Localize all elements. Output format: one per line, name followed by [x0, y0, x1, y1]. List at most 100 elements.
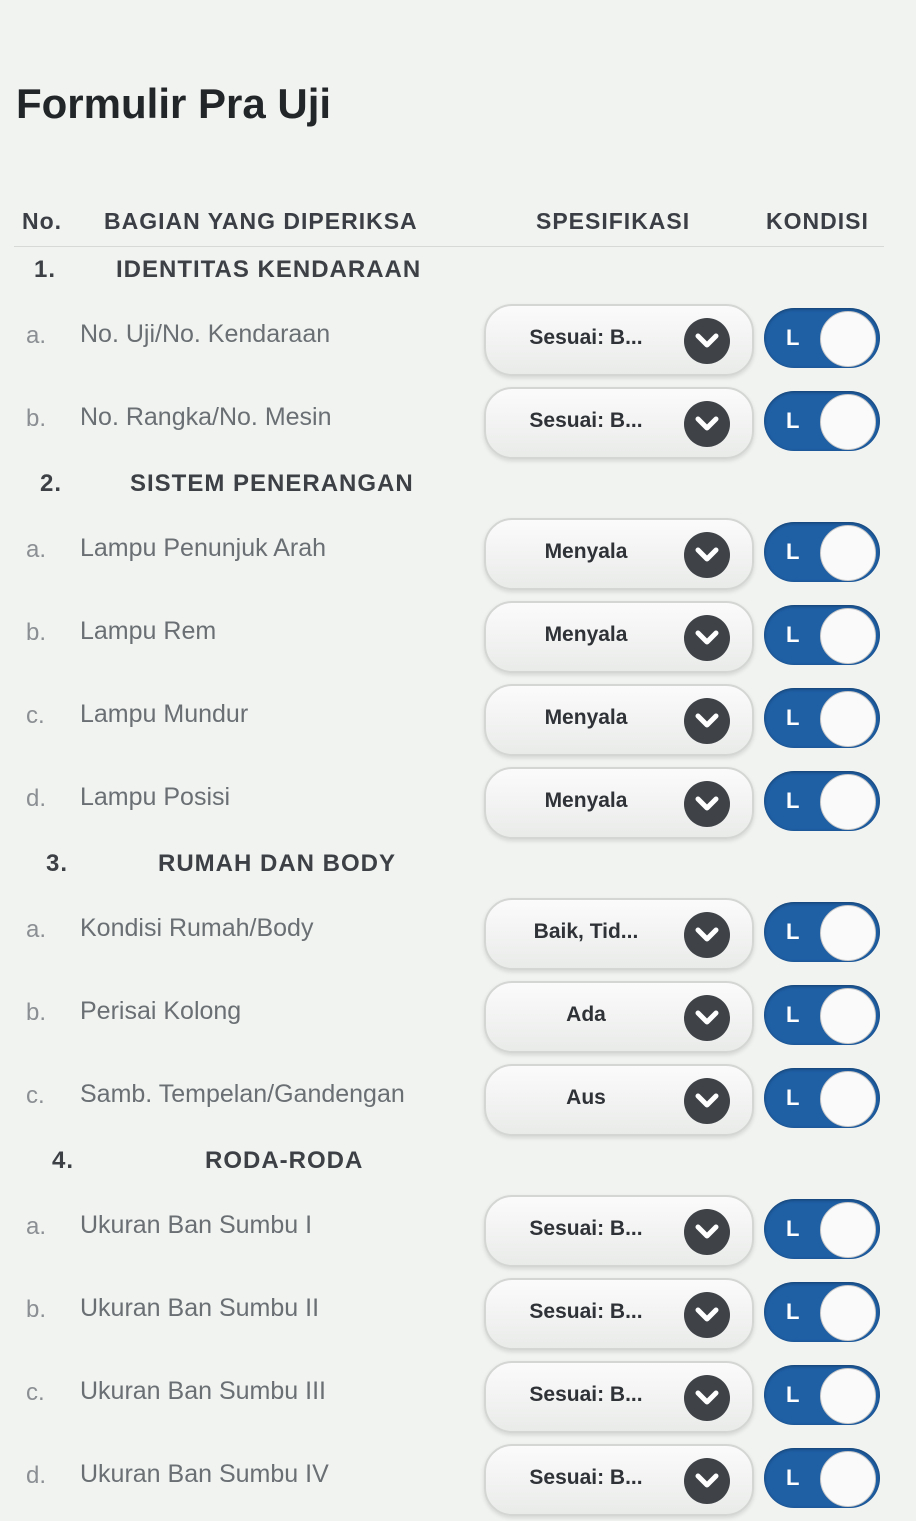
toggle-label: L	[786, 1299, 800, 1324]
spec-select-value: Sesuai: B...	[529, 409, 643, 432]
chevron-down-icon	[684, 912, 730, 958]
list-item: b. Ukuran Ban Sumbu II Sesuai: B... L	[0, 1272, 916, 1355]
toggle-knob	[820, 1368, 876, 1424]
item-letter: b.	[26, 405, 47, 432]
item-label: Lampu Posisi	[80, 783, 231, 811]
chevron-down-icon	[684, 995, 730, 1041]
chevron-down-icon	[684, 698, 730, 744]
chevron-down-icon	[684, 1078, 730, 1124]
spec-select-value: Sesuai: B...	[529, 1217, 643, 1240]
toggle-knob	[820, 1071, 876, 1127]
spec-select-value: Sesuai: B...	[529, 1383, 643, 1406]
condition-toggle[interactable]: L	[764, 902, 880, 962]
spec-select[interactable]: Sesuai: B...	[484, 304, 754, 376]
chevron-down-icon	[684, 1292, 730, 1338]
section-number: 3.	[46, 850, 69, 877]
spec-select-value: Sesuai: B...	[529, 1466, 643, 1489]
condition-toggle[interactable]: L	[764, 1068, 880, 1128]
list-item: a. No. Uji/No. Kendaraan Sesuai: B... L	[0, 298, 916, 381]
list-item: c. Ukuran Ban Sumbu III Sesuai: B... L	[0, 1355, 916, 1438]
list-item: b. Lampu Rem Menyala L	[0, 595, 916, 678]
column-header-spec: SPESIFIKASI	[536, 208, 691, 234]
spec-select-value: Menyala	[544, 540, 628, 563]
chevron-down-icon	[684, 532, 730, 578]
list-item: a. Kondisi Rumah/Body Baik, Tid... L	[0, 892, 916, 975]
spec-select[interactable]: Ada	[484, 981, 754, 1053]
item-label: Ukuran Ban Sumbu IV	[80, 1460, 329, 1488]
toggle-knob	[820, 394, 876, 450]
toggle-knob	[820, 311, 876, 367]
item-label: Kondisi Rumah/Body	[80, 914, 314, 942]
spec-select[interactable]: Menyala	[484, 601, 754, 673]
item-letter: c.	[26, 1082, 45, 1109]
spec-select[interactable]: Menyala	[484, 684, 754, 756]
condition-toggle[interactable]: L	[764, 522, 880, 582]
item-label: No. Rangka/No. Mesin	[80, 403, 332, 431]
condition-toggle[interactable]: L	[764, 1199, 880, 1259]
toggle-label: L	[786, 539, 800, 564]
list-item: d. Ukuran Ban Sumbu IV Sesuai: B... L	[0, 1438, 916, 1521]
spec-select[interactable]: Menyala	[484, 767, 754, 839]
condition-toggle[interactable]: L	[764, 688, 880, 748]
toggle-knob	[820, 774, 876, 830]
spec-select-value: Aus	[566, 1086, 606, 1109]
toggle-label: L	[786, 1465, 800, 1490]
toggle-label: L	[786, 325, 800, 350]
condition-toggle[interactable]: L	[764, 1365, 880, 1425]
toggle-knob	[820, 525, 876, 581]
toggle-label: L	[786, 1002, 800, 1027]
list-item: b. No. Rangka/No. Mesin Sesuai: B... L	[0, 381, 916, 464]
condition-toggle[interactable]: L	[764, 985, 880, 1045]
spec-select[interactable]: Sesuai: B...	[484, 1361, 754, 1433]
item-letter: c.	[26, 1379, 45, 1406]
spec-select-value: Menyala	[544, 623, 628, 646]
toggle-label: L	[786, 1216, 800, 1241]
item-label: Samb. Tempelan/Gandengan	[80, 1080, 405, 1108]
item-letter: d.	[26, 785, 47, 812]
spec-select[interactable]: Baik, Tid...	[484, 898, 754, 970]
header-divider	[14, 246, 884, 247]
spec-select[interactable]: Sesuai: B...	[484, 1195, 754, 1267]
item-letter: a.	[26, 916, 47, 943]
section-number: 1.	[34, 256, 57, 283]
condition-toggle[interactable]: L	[764, 308, 880, 368]
item-letter: c.	[26, 702, 45, 729]
condition-toggle[interactable]: L	[764, 605, 880, 665]
chevron-down-icon	[684, 781, 730, 827]
item-letter: b.	[26, 999, 47, 1026]
spec-select-value: Sesuai: B...	[529, 1300, 643, 1323]
list-item: a. Lampu Penunjuk Arah Menyala L	[0, 512, 916, 595]
spec-select-value: Menyala	[544, 789, 628, 812]
toggle-label: L	[786, 919, 800, 944]
spec-select-value: Baik, Tid...	[533, 920, 639, 943]
column-header-condition: KONDISI	[766, 208, 869, 234]
toggle-label: L	[786, 788, 800, 813]
toggle-knob	[820, 1285, 876, 1341]
condition-toggle[interactable]: L	[764, 771, 880, 831]
spec-select[interactable]: Sesuai: B...	[484, 1278, 754, 1350]
column-header-part: BAGIAN YANG DIPERIKSA	[104, 208, 418, 234]
spec-select[interactable]: Menyala	[484, 518, 754, 590]
chevron-down-icon	[684, 1209, 730, 1255]
toggle-label: L	[786, 705, 800, 730]
list-item: c. Samb. Tempelan/Gandengan Aus L	[0, 1058, 916, 1141]
spec-select[interactable]: Sesuai: B...	[484, 1444, 754, 1516]
condition-toggle[interactable]: L	[764, 391, 880, 451]
item-label: Ukuran Ban Sumbu III	[80, 1377, 326, 1405]
spec-select-value: Sesuai: B...	[529, 326, 643, 349]
section-number: 4.	[52, 1147, 75, 1174]
chevron-down-icon	[684, 1458, 730, 1504]
condition-toggle[interactable]: L	[764, 1282, 880, 1342]
item-label: Lampu Mundur	[80, 700, 249, 728]
toggle-knob	[820, 1451, 876, 1507]
spec-select[interactable]: Aus	[484, 1064, 754, 1136]
spec-select[interactable]: Sesuai: B...	[484, 387, 754, 459]
list-item: b. Perisai Kolong Ada L	[0, 975, 916, 1058]
section-title: RODA-RODA	[205, 1147, 364, 1174]
chevron-down-icon	[684, 318, 730, 364]
toggle-knob	[820, 608, 876, 664]
section-number: 2.	[40, 470, 63, 497]
condition-toggle[interactable]: L	[764, 1448, 880, 1508]
list-item: d. Lampu Posisi Menyala L	[0, 761, 916, 844]
item-letter: d.	[26, 1462, 47, 1489]
